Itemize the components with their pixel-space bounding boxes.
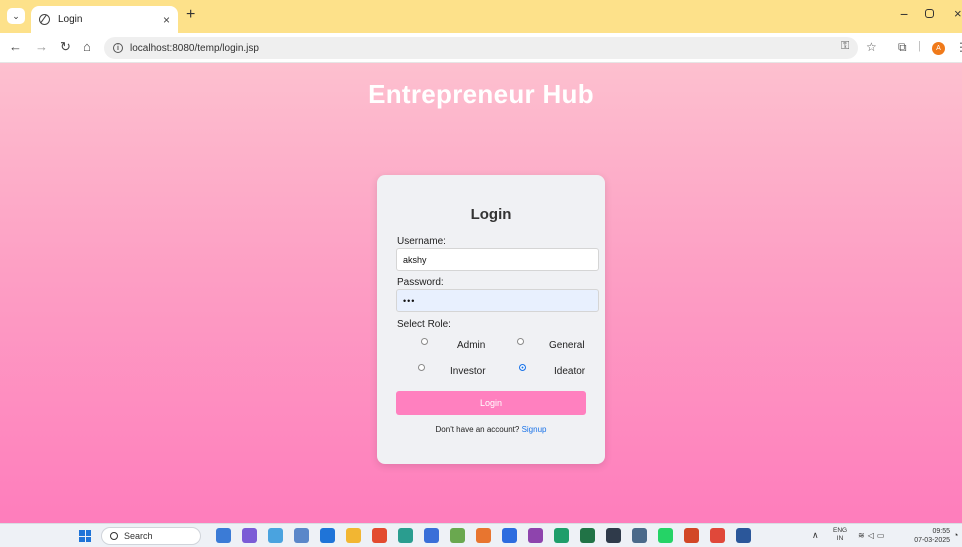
taskbar-app-icon[interactable] — [476, 528, 491, 543]
tab-close-icon[interactable]: × — [163, 14, 170, 26]
password-input[interactable] — [396, 289, 599, 312]
password-label: Password: — [397, 277, 444, 288]
radio-general[interactable] — [517, 338, 524, 345]
taskbar-search-label: Search — [124, 531, 153, 541]
taskbar-clock[interactable]: 09:55 07-03-2025 — [904, 527, 950, 545]
bookmark-star-icon[interactable]: ☆ — [866, 41, 877, 53]
taskbar-app-icon[interactable] — [580, 528, 595, 543]
page-body: Entrepreneur Hub Login Username: Passwor… — [0, 63, 962, 523]
taskbar-app-icon[interactable] — [346, 528, 361, 543]
language-indicator[interactable]: ENG IN — [833, 527, 847, 543]
clock-time: 09:55 — [932, 528, 950, 535]
login-title: Login — [470, 206, 512, 223]
signup-prompt: Don't have an account? Signup — [377, 425, 605, 434]
browser-toolbar: ← → ↻ ⌂ i localhost:8080/temp/login.jsp … — [0, 33, 962, 63]
home-icon[interactable]: ⌂ — [83, 40, 91, 53]
username-input[interactable] — [396, 248, 599, 271]
taskbar-app-icon[interactable] — [424, 528, 439, 543]
role-option-ideator: Ideator — [554, 366, 586, 377]
back-icon[interactable]: ← — [9, 40, 22, 53]
taskbar-app-icon[interactable] — [528, 528, 543, 543]
taskbar-app-icon[interactable] — [450, 528, 465, 543]
taskbar-apps — [216, 528, 762, 543]
lang-region: IN — [836, 535, 844, 542]
globe-icon — [39, 14, 50, 25]
login-card: Login Username: Password: Select Role: A… — [377, 175, 605, 464]
wifi-volume-battery-icons[interactable]: ≋◁▭ — [858, 531, 887, 540]
url-text: localhost:8080/temp/login.jsp — [130, 42, 259, 54]
taskbar-app-icon[interactable] — [632, 528, 647, 543]
browser-tab-strip: ⌄ Login × + − × — [0, 0, 962, 33]
role-option-admin: Admin — [457, 340, 486, 351]
radio-investor[interactable] — [418, 364, 425, 371]
taskbar-app-icon[interactable] — [710, 528, 725, 543]
tab-search-chevron-icon[interactable]: ⌄ — [7, 8, 25, 24]
restore-icon[interactable] — [925, 9, 934, 18]
search-icon — [110, 532, 118, 540]
username-label: Username: — [397, 236, 446, 247]
taskbar-app-icon[interactable] — [242, 528, 257, 543]
profile-avatar[interactable]: A — [932, 42, 945, 55]
notification-icon[interactable]: ◔ — [953, 530, 958, 540]
os-taskbar: Search ∧ ENG IN ≋◁▭ 09:55 07-03-2025 ◔ — [0, 523, 962, 547]
radio-ideator[interactable] — [519, 364, 526, 371]
tray-overflow-icon[interactable]: ∧ — [812, 530, 819, 541]
lang-code: ENG — [833, 527, 848, 534]
signup-prompt-text: Don't have an account? — [435, 425, 520, 434]
browser-menu-icon[interactable]: ⋮ — [955, 40, 962, 54]
taskbar-app-icon[interactable] — [684, 528, 699, 543]
extensions-icon[interactable]: ⧉ — [898, 41, 907, 53]
taskbar-app-icon[interactable] — [268, 528, 283, 543]
taskbar-app-icon[interactable] — [554, 528, 569, 543]
address-bar[interactable]: i localhost:8080/temp/login.jsp — [104, 37, 858, 59]
forward-icon[interactable]: → — [35, 40, 48, 53]
role-label: Select Role: — [397, 319, 451, 330]
windows-start-icon[interactable] — [79, 530, 91, 542]
new-tab-icon[interactable]: + — [186, 7, 195, 23]
key-icon[interactable]: ⚿ — [841, 41, 849, 52]
taskbar-app-icon[interactable] — [502, 528, 517, 543]
role-option-general: General — [549, 340, 585, 351]
clock-date: 07-03-2025 — [914, 537, 950, 544]
radio-admin[interactable] — [421, 338, 428, 345]
taskbar-app-icon[interactable] — [398, 528, 413, 543]
taskbar-app-icon[interactable] — [658, 528, 673, 543]
taskbar-app-icon[interactable] — [372, 528, 387, 543]
login-button[interactable]: Login — [396, 391, 586, 415]
role-option-investor: Investor — [450, 366, 486, 377]
taskbar-app-icon[interactable] — [606, 528, 621, 543]
taskbar-app-icon[interactable] — [216, 528, 231, 543]
reload-icon[interactable]: ↻ — [60, 40, 71, 53]
tab-title: Login — [58, 14, 83, 25]
taskbar-app-icon[interactable] — [294, 528, 309, 543]
site-info-icon[interactable]: i — [113, 43, 123, 53]
toolbar-divider: | — [918, 40, 921, 52]
taskbar-app-icon[interactable] — [736, 528, 751, 543]
site-title: Entrepreneur Hub — [368, 79, 594, 109]
browser-tab-login[interactable]: Login × — [31, 6, 178, 33]
taskbar-app-icon[interactable] — [320, 528, 335, 543]
minimize-icon[interactable]: − — [900, 6, 908, 22]
taskbar-search[interactable]: Search — [101, 527, 201, 545]
signup-link[interactable]: Signup — [522, 425, 547, 434]
close-window-icon[interactable]: × — [954, 6, 962, 21]
